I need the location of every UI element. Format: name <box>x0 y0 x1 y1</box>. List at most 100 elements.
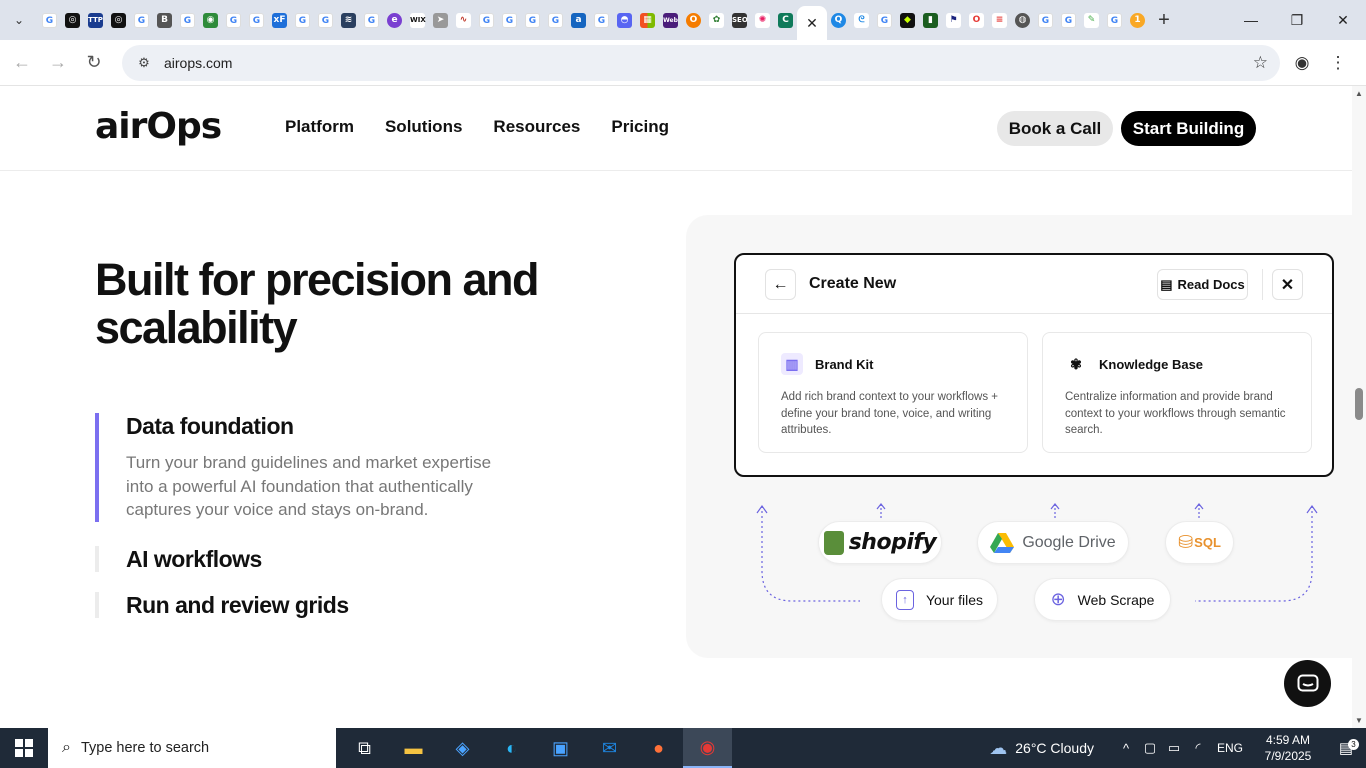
tab-circle[interactable]: e <box>383 0 406 40</box>
language-indicator[interactable]: ENG <box>1210 741 1250 755</box>
new-tab-button[interactable]: + <box>1149 5 1179 35</box>
tab-search-button[interactable]: ⌄ <box>6 7 32 33</box>
scroll-thumb[interactable] <box>1355 388 1363 420</box>
restore-icon[interactable]: ❐ <box>1274 0 1320 40</box>
tab-airops-active[interactable]: ✕ <box>797 6 827 40</box>
scroll-up-icon[interactable]: ▲ <box>1355 89 1363 98</box>
bookmark-star-icon[interactable]: ☆ <box>1253 53 1268 73</box>
address-bar[interactable]: ⚙ airops.com ☆ <box>122 45 1280 81</box>
feature-data-foundation[interactable]: Data foundation Turn your brand guidelin… <box>95 413 516 522</box>
tab-squiggle[interactable]: ∿ <box>452 0 475 40</box>
scroll-down-icon[interactable]: ▼ <box>1355 716 1363 725</box>
outlook-icon[interactable]: ✉ <box>585 728 634 768</box>
tab-xf[interactable]: xF <box>268 0 291 40</box>
url-text[interactable]: airops.com <box>164 55 232 71</box>
tab-pen[interactable]: ✎ <box>1080 0 1103 40</box>
chevron-up-icon[interactable]: ^ <box>1114 741 1138 756</box>
site-info-icon[interactable]: ⚙ <box>130 55 158 71</box>
start-building-button[interactable]: Start Building <box>1121 111 1256 146</box>
tab-google-9[interactable]: G <box>475 0 498 40</box>
tab-google-13[interactable]: G <box>590 0 613 40</box>
tab-c[interactable]: C <box>774 0 797 40</box>
tab-google-4[interactable]: G <box>222 0 245 40</box>
tab-discord[interactable]: ◓ <box>613 0 636 40</box>
file-explorer-icon[interactable]: ▬ <box>389 728 438 768</box>
tab-purple[interactable]: Web <box>659 0 682 40</box>
chat-launcher-button[interactable] <box>1284 660 1331 707</box>
back-icon[interactable]: ← <box>4 45 40 81</box>
tab-google-15[interactable]: G <box>1034 0 1057 40</box>
tab-spark[interactable]: ✺ <box>751 0 774 40</box>
tab-google-6[interactable]: G <box>291 0 314 40</box>
tab-q[interactable]: Q <box>827 0 850 40</box>
meet-icon[interactable]: ▢ <box>1138 740 1162 756</box>
profile-icon[interactable]: ◉ <box>1284 45 1320 81</box>
tab-wix[interactable]: WIX <box>406 0 429 40</box>
tab-openai-2[interactable]: ◎ <box>107 0 130 40</box>
tab-stripes[interactable]: ≡ <box>988 0 1011 40</box>
tab-chart[interactable]: ▮ <box>919 0 942 40</box>
read-docs-button[interactable]: ▤ Read Docs <box>1157 269 1248 300</box>
knowledge-base-card[interactable]: ✾ Knowledge Base Centralize information a… <box>1042 332 1312 453</box>
book-call-button[interactable]: Book a Call <box>997 111 1113 146</box>
taskbar-search[interactable]: ⌕ Type here to search <box>48 728 336 768</box>
nav-solutions[interactable]: Solutions <box>385 117 462 137</box>
feature-run-review-grids[interactable]: Run and review grids <box>95 592 349 618</box>
page-scrollbar[interactable]: ▲ ▼ <box>1352 86 1366 728</box>
tab-google-14[interactable]: G <box>873 0 896 40</box>
tab-google-17[interactable]: G <box>1103 0 1126 40</box>
tab-google-8[interactable]: G <box>360 0 383 40</box>
minimize-icon[interactable]: — <box>1228 0 1274 40</box>
windows-start-button[interactable] <box>0 728 48 768</box>
tab-opera[interactable]: O <box>965 0 988 40</box>
task-view-icon[interactable]: ⧉ <box>340 728 389 768</box>
edge-icon[interactable]: ◐ <box>487 728 536 768</box>
tab-google-16[interactable]: G <box>1057 0 1080 40</box>
close-window-icon[interactable]: ✕ <box>1320 0 1366 40</box>
battery-icon[interactable]: ▭ <box>1162 740 1186 756</box>
tab-black[interactable]: ◆ <box>896 0 919 40</box>
brand-kit-card[interactable]: ▥ Brand Kit Add rich brand context to you… <box>758 332 1028 453</box>
weather-widget[interactable]: ☁ 26°C Cloudy <box>989 738 1094 759</box>
tab-green[interactable]: ◉ <box>199 0 222 40</box>
tab-arrow[interactable]: ➤ <box>429 0 452 40</box>
tab-flag[interactable]: ⚑ <box>942 0 965 40</box>
wifi-icon[interactable]: ◜ <box>1186 740 1210 756</box>
nav-platform[interactable]: Platform <box>285 117 354 137</box>
tab-microsoft[interactable]: ▦ <box>636 0 659 40</box>
tab-google[interactable]: G <box>38 0 61 40</box>
tab-globe[interactable]: ◍ <box>1011 0 1034 40</box>
tab-swirl[interactable]: ᘓ <box>850 0 873 40</box>
nav-resources[interactable]: Resources <box>493 117 580 137</box>
reload-icon[interactable]: ↻ <box>76 45 112 81</box>
notification-center-icon[interactable]: ▤ 3 <box>1326 739 1366 757</box>
browser-menu-icon[interactable]: ⋮ <box>1320 45 1356 81</box>
firefox-icon[interactable]: ● <box>634 728 683 768</box>
tab-b[interactable]: B <box>153 0 176 40</box>
tab-close-icon[interactable]: ✕ <box>806 15 818 32</box>
close-icon[interactable]: ✕ <box>1272 269 1303 300</box>
tab-openai[interactable]: ◎ <box>61 0 84 40</box>
tab-ttp[interactable]: TTP <box>84 0 107 40</box>
tab-google-11[interactable]: G <box>521 0 544 40</box>
store-icon[interactable]: ▣ <box>536 728 585 768</box>
tab-google-10[interactable]: G <box>498 0 521 40</box>
tab-seo[interactable]: SEO <box>728 0 751 40</box>
airops-logo[interactable]: airOps <box>95 106 222 147</box>
chrome-icon[interactable]: ◉ <box>683 728 732 768</box>
tab-google-7[interactable]: G <box>314 0 337 40</box>
clock[interactable]: 4:59 AM 7/9/2025 <box>1250 732 1326 764</box>
forward-icon[interactable]: → <box>40 45 76 81</box>
tab-google-2[interactable]: G <box>130 0 153 40</box>
tab-a[interactable]: a <box>567 0 590 40</box>
tab-google-5[interactable]: G <box>245 0 268 40</box>
tab-plant[interactable]: ✿ <box>705 0 728 40</box>
nav-pricing[interactable]: Pricing <box>611 117 669 137</box>
tab-google-3[interactable]: G <box>176 0 199 40</box>
arrow-left-icon[interactable]: ← <box>765 269 796 300</box>
tab-google-12[interactable]: G <box>544 0 567 40</box>
tab-layers[interactable]: ≋ <box>337 0 360 40</box>
tab-yellow[interactable]: 1 <box>1126 0 1149 40</box>
copilot-icon[interactable]: ◈ <box>438 728 487 768</box>
feature-ai-workflows[interactable]: AI workflows <box>95 546 262 572</box>
